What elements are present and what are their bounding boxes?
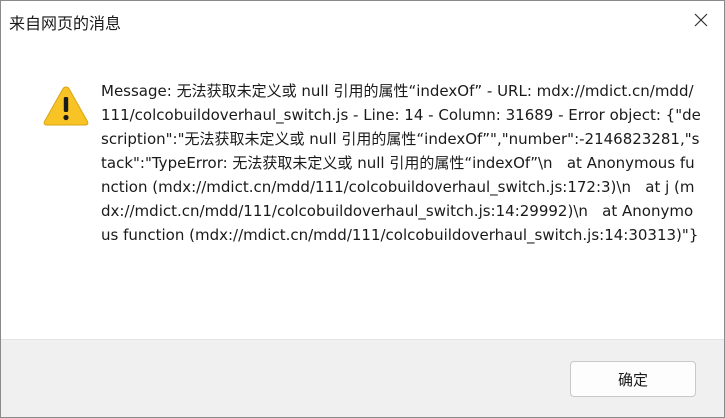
warning-icon <box>43 86 89 126</box>
message-dialog: 来自网页的消息 Message: 无法获取未定义或 null 引用的属性“ind… <box>0 0 725 418</box>
ok-button[interactable]: 确定 <box>570 361 696 397</box>
close-button[interactable] <box>684 3 718 37</box>
title-bar: 来自网页的消息 <box>1 1 724 39</box>
error-message: Message: 无法获取未定义或 null 引用的属性“indexOf” - … <box>101 82 701 244</box>
dialog-content: Message: 无法获取未定义或 null 引用的属性“indexOf” - … <box>1 39 724 339</box>
dialog-footer: 确定 <box>1 339 724 417</box>
close-icon <box>694 13 708 27</box>
dialog-title: 来自网页的消息 <box>9 14 122 33</box>
